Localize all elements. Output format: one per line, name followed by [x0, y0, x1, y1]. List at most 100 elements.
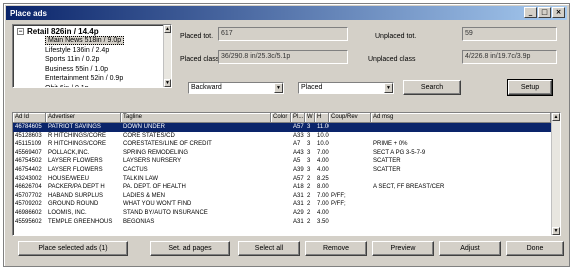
- height-cell: 8.00: [317, 184, 329, 191]
- width-cell: 2: [307, 209, 311, 216]
- height-cell: 10.00: [317, 141, 329, 148]
- column-header[interactable]: Pl...: [291, 113, 305, 122]
- column-header[interactable]: Tagline: [121, 113, 271, 122]
- tree-root-node[interactable]: − Retail 826in / 14.4p: [17, 27, 171, 36]
- ad-id-cell: 43243002: [15, 175, 42, 182]
- placement-cell: A18: [293, 184, 304, 191]
- width-cell: 3: [307, 158, 311, 165]
- placement-cell: A39: [293, 166, 304, 173]
- table-row[interactable]: 45115109 R HITCHINGS/CORE CORESTATES/LINE …: [13, 140, 560, 149]
- height-cell: 3.50: [317, 218, 329, 225]
- column-header[interactable]: W: [305, 113, 315, 122]
- tree-root-label[interactable]: Retail 826in / 14.4p: [27, 27, 99, 36]
- place-selected-ads-button[interactable]: Place selected ads (1): [18, 241, 128, 256]
- tree-item-label: Obit 6in / 0.1p: [45, 84, 89, 88]
- collapse-icon[interactable]: −: [17, 28, 24, 35]
- table-row[interactable]: 46754402 LAYSER FLOWERS CACTUS A39 3 4.00 SCAT…: [13, 166, 560, 175]
- placement-cell: A57: [293, 175, 304, 182]
- placement-cell: A5: [293, 158, 301, 165]
- scroll-up-icon[interactable]: ▲: [552, 113, 560, 121]
- window-controls: _ □ ×: [524, 7, 565, 18]
- table-row[interactable]: 45709202 GROUND ROUND WHAT YOU WON'T FIND A…: [13, 200, 560, 209]
- tree-item[interactable]: Main News 518in / 9.0p: [17, 36, 171, 46]
- select-all-button[interactable]: Select all: [238, 241, 300, 256]
- placed-class-label: Placed class: [180, 56, 220, 63]
- preview-button[interactable]: Preview: [372, 241, 434, 256]
- table-row[interactable]: 46626704 PACKER/PA DEPT H PA. DEPT. OF HEA…: [13, 183, 560, 192]
- status-dropdown[interactable]: Placed ▼: [298, 82, 394, 94]
- color-cell: [271, 140, 291, 149]
- coup-rev-cell: [329, 149, 371, 158]
- ad-id-cell: 46754402: [15, 166, 42, 173]
- scroll-down-icon[interactable]: ▼: [552, 227, 560, 235]
- height-cell: 7.00: [317, 192, 329, 199]
- tree-item[interactable]: Obit 6in / 0.1p: [17, 84, 171, 88]
- ads-table[interactable]: Ad Id Advertiser Tagline Color Pl... W H Coup/R…: [12, 112, 561, 236]
- unplaced-tot-field: 59: [462, 27, 557, 41]
- ad-msg-cell: [371, 200, 551, 209]
- search-button[interactable]: Search: [403, 80, 461, 95]
- tree-item[interactable]: Entertainment 52in / 0.9p: [17, 74, 171, 84]
- setup-button[interactable]: Setup: [507, 79, 553, 96]
- coup-rev-cell: P/FF;: [331, 201, 346, 208]
- color-cell: [271, 218, 291, 227]
- color-cell: [271, 192, 291, 201]
- column-header[interactable]: Ad Id: [13, 113, 46, 122]
- width-cell: 3: [307, 132, 311, 139]
- table-scrollbar[interactable]: ▲ ▼: [551, 113, 560, 235]
- direction-dropdown[interactable]: Backward ▼: [188, 82, 284, 94]
- width-cell: 2: [307, 192, 311, 199]
- column-header[interactable]: Ad msg: [371, 113, 551, 122]
- unplaced-class-label: Unplaced class: [368, 56, 416, 63]
- ad-msg-cell: [371, 192, 551, 201]
- tree-item-label: Lifestyle 136in / 2.4p: [45, 46, 110, 54]
- table-row[interactable]: 45569407 POLLACK,INC. SPRING REMODELING A43…: [13, 149, 560, 158]
- ad-id-cell: 45709202: [15, 201, 42, 208]
- width-cell: 2: [307, 175, 311, 182]
- table-row[interactable]: 45707702 HABAND SURPLUS LADIES & MEN A31 2 7.…: [13, 192, 560, 201]
- advertiser-cell: PACKER/PA DEPT H: [48, 184, 105, 191]
- advertiser-cell: R HITCHINGS/CORE: [48, 132, 107, 139]
- ad-msg-cell: PRIME + 0%: [373, 141, 408, 148]
- set-ad-pages-button[interactable]: Set. ad pages: [150, 241, 230, 256]
- coup-rev-cell: [329, 123, 371, 132]
- chevron-down-icon[interactable]: ▼: [384, 83, 393, 93]
- close-button[interactable]: ×: [552, 7, 565, 18]
- table-row[interactable]: 45595602 TEMPLE GREENHOUS BEGONIAS A31 2 3.50: [13, 218, 560, 227]
- section-tree[interactable]: − Retail 826in / 14.4p Main News 518in /…: [12, 24, 172, 88]
- table-row[interactable]: 45128603 R HITCHINGS/CORE CORE STATES/CD A3…: [13, 132, 560, 141]
- remove-button[interactable]: Remove: [305, 241, 367, 256]
- adjust-button[interactable]: Adjust: [439, 241, 501, 256]
- done-button[interactable]: Done: [506, 241, 564, 256]
- scroll-down-icon[interactable]: ▼: [164, 79, 171, 87]
- placement-cell: A29: [293, 209, 304, 216]
- column-header[interactable]: Coup/Rev: [329, 113, 371, 122]
- column-header[interactable]: Advertiser: [46, 113, 121, 122]
- column-header[interactable]: H: [315, 113, 329, 122]
- tree-scrollbar[interactable]: ▲ ▼: [163, 25, 171, 87]
- tree-item[interactable]: Lifestyle 136in / 2.4p: [17, 46, 171, 56]
- tagline-cell: WHAT YOU WON'T FIND: [123, 201, 192, 208]
- table-row[interactable]: 46784605 PATRIOT SAVINGS DOWN UNDER A57 3 11.…: [13, 123, 560, 132]
- color-cell: [271, 149, 291, 158]
- tree-item[interactable]: Business 55in / 1.0p: [17, 65, 171, 75]
- table-row[interactable]: 46986602 LOOMIS, INC. STAND BY/AUTO INSURA…: [13, 209, 560, 218]
- coup-rev-cell: [329, 175, 371, 184]
- advertiser-cell: PATRIOT SAVINGS: [48, 124, 101, 130]
- column-header[interactable]: Color: [271, 113, 291, 122]
- width-cell: 3: [307, 149, 311, 156]
- table-row[interactable]: 43243002 HOUSE/WEEU TALKIN LAW A57 2 8.25: [13, 175, 560, 184]
- minimize-button[interactable]: _: [524, 7, 537, 18]
- ad-id-cell: 45569407: [15, 149, 42, 156]
- chevron-down-icon[interactable]: ▼: [274, 83, 283, 93]
- table-row[interactable]: 46754502 LAYSER FLOWERS LAYSERS NURSERY A5 3…: [13, 157, 560, 166]
- tree-item[interactable]: Sports 11in / 0.2p: [17, 55, 171, 65]
- maximize-button[interactable]: □: [538, 7, 551, 18]
- color-cell: [271, 157, 291, 166]
- color-cell: [271, 123, 291, 132]
- coup-rev-cell: [329, 132, 371, 141]
- scroll-up-icon[interactable]: ▲: [164, 25, 171, 33]
- ad-msg-cell: [371, 175, 551, 184]
- tree-item-label: Business 55in / 1.0p: [45, 65, 109, 73]
- tree-item-label: Main News 518in / 9.0p: [45, 36, 125, 45]
